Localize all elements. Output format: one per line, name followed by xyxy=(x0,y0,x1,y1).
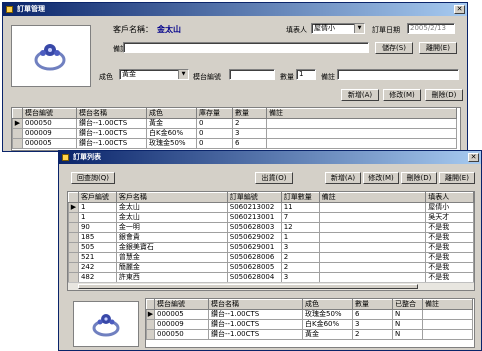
chevron-down-icon[interactable]: ▼ xyxy=(178,70,188,79)
add-button[interactable]: 新增(A) xyxy=(341,89,379,101)
row-pointer-icon: ▶ xyxy=(146,309,155,320)
table-row[interactable]: 90 金一明 S050628003 12 不是我 xyxy=(68,222,474,233)
horizontal-scrollbar[interactable] xyxy=(68,282,474,290)
app-icon xyxy=(6,6,13,13)
color-select[interactable]: 黃金 ▼ xyxy=(119,69,189,80)
back-to-query-button[interactable]: 回查詢(Q) xyxy=(71,172,115,184)
table-row[interactable]: ▶ 000050 鑽台--1.00CTS 黃金 0 2 xyxy=(12,118,457,129)
table-header-row: 客戶編號 客戶名稱 訂單編號 訂單數量 備註 填表人 xyxy=(68,192,474,203)
order-detail-table: 模台編號 模台名稱 成色 庫存量 數量 備註 ▶ 000050 鑽台--1.00… xyxy=(11,107,461,151)
column-header[interactable]: 模台名稱 xyxy=(208,299,303,310)
table-header-row: 模台編號 模台名稱 成色 數量 已整合 備註 xyxy=(146,299,473,310)
scrollbar-thumb[interactable] xyxy=(78,284,418,289)
column-header[interactable]: 客戶名稱 xyxy=(115,192,228,203)
column-header[interactable]: 已整合 xyxy=(392,299,423,310)
table-row[interactable]: 482 許東西 S050628004 3 不是我 xyxy=(68,272,474,283)
qty-label: 數量 xyxy=(280,73,294,81)
column-header[interactable]: 成色 xyxy=(302,299,353,310)
row-pointer-icon: ▶ xyxy=(68,202,79,213)
chevron-down-icon[interactable]: ▼ xyxy=(354,24,364,33)
color-label: 成色 xyxy=(99,73,113,81)
column-header[interactable]: 客戶編號 xyxy=(77,192,117,203)
qty-field[interactable]: 1 xyxy=(296,69,316,80)
table-row[interactable]: ▶ 000005 鑽台--1.00CTS 玫瑰金50% 6 N xyxy=(146,309,473,320)
customer-label: 客戶名稱： xyxy=(113,25,153,34)
model-field[interactable] xyxy=(229,69,275,80)
column-header[interactable]: 模台名稱 xyxy=(76,108,147,119)
edit-button[interactable]: 修改(M) xyxy=(363,172,399,184)
column-header[interactable]: 訂單數量 xyxy=(280,192,320,203)
ship-button[interactable]: 出貨(O) xyxy=(255,172,293,184)
filler-select[interactable]: 屋倩小 ▼ xyxy=(311,23,365,34)
order-window-title: 訂單管理 xyxy=(17,5,45,13)
remark-field[interactable] xyxy=(123,42,369,53)
delete-button[interactable]: 刪除(D) xyxy=(425,89,463,101)
ring-image xyxy=(11,25,91,87)
leave-button[interactable]: 離開(E) xyxy=(439,172,475,184)
save-button[interactable]: 儲存(S) xyxy=(375,42,413,54)
table-row[interactable]: 1 金太山 S060213001 7 吳天才 xyxy=(68,212,474,223)
ring-icon xyxy=(92,314,120,337)
table-row[interactable]: 000009 鑽台--1.00CTS 白K金60% 3 N xyxy=(146,319,473,330)
table-row[interactable]: 521 曾慧金 S050628006 2 不是我 xyxy=(68,252,474,263)
app-icon xyxy=(62,154,69,161)
column-header[interactable]: 模台編號 xyxy=(22,108,77,119)
remark2-field[interactable] xyxy=(337,69,459,80)
ring-icon xyxy=(34,44,66,71)
row-pointer-icon: ▶ xyxy=(12,118,23,129)
table-row[interactable]: ▶ 1 金太山 S060213002 11 屋倩小 xyxy=(68,202,474,213)
column-header[interactable]: 模台編號 xyxy=(154,299,209,310)
column-header[interactable]: 成色 xyxy=(146,108,197,119)
column-header[interactable]: 備註 xyxy=(422,299,473,310)
edit-button[interactable]: 修改(M) xyxy=(383,89,421,101)
column-header[interactable]: 數量 xyxy=(352,299,393,310)
leave-button[interactable]: 離開(E) xyxy=(419,42,457,54)
delete-button[interactable]: 刪除(D) xyxy=(401,172,437,184)
order-list-window: 訂單列表 ✕ 回查詢(Q) 出貨(O) 新增(A) 修改(M) 刪除(D) 離開… xyxy=(58,150,482,351)
order-item-table: 模台編號 模台名稱 成色 數量 已整合 備註 ▶ 000005 鑽台--1.00… xyxy=(145,298,475,348)
filler-label: 填表人 xyxy=(286,26,307,34)
close-icon[interactable]: ✕ xyxy=(468,153,479,162)
list-window-title: 訂單列表 xyxy=(73,153,101,161)
model-label: 模台編號 xyxy=(193,73,221,81)
column-header[interactable]: 訂單編號 xyxy=(226,192,282,203)
order-window: 訂單管理 ✕ 客戶名稱： 金太山 填表人 屋倩小 ▼ 訂單日期 2005/2/1… xyxy=(2,2,468,152)
column-header[interactable]: 填表人 xyxy=(425,192,474,203)
order-date-field[interactable]: 2005/2/13 xyxy=(407,23,455,34)
column-header[interactable]: 庫存量 xyxy=(196,108,233,119)
table-row[interactable]: 000009 鑽台--1.00CTS 白K金60% 0 3 xyxy=(12,128,457,139)
add-button[interactable]: 新增(A) xyxy=(325,172,361,184)
column-header[interactable]: 備註 xyxy=(318,192,427,203)
table-row[interactable]: 242 簡麗金 S050628005 2 不是我 xyxy=(68,262,474,273)
close-icon[interactable]: ✕ xyxy=(454,5,465,14)
customer-name: 金太山 xyxy=(157,25,181,34)
order-window-titlebar[interactable]: 訂單管理 ✕ xyxy=(3,3,467,16)
table-header-row: 模台編號 模台名稱 成色 庫存量 數量 備註 xyxy=(12,108,457,119)
column-header[interactable]: 備註 xyxy=(266,108,457,119)
table-row[interactable]: 000050 鑽台--1.00CTS 黃金 2 N xyxy=(146,329,473,340)
column-header[interactable]: 數量 xyxy=(232,108,267,119)
remark2-label: 備註 xyxy=(321,73,335,81)
table-row[interactable]: 185 銀會貴 S050629002 1 不是我 xyxy=(68,232,474,243)
list-window-titlebar[interactable]: 訂單列表 ✕ xyxy=(59,151,481,164)
table-row[interactable]: 505 金銀美寶石 S050629001 3 不是我 xyxy=(68,242,474,253)
ring-image xyxy=(73,301,139,347)
order-list-table: 客戶編號 客戶名稱 訂單編號 訂單數量 備註 填表人 ▶ 1 金太山 S0602… xyxy=(67,191,475,291)
order-date-label: 訂單日期 xyxy=(372,26,400,34)
table-row[interactable]: 000005 鑽台--1.00CTS 玫瑰金50% 0 6 xyxy=(12,138,457,149)
